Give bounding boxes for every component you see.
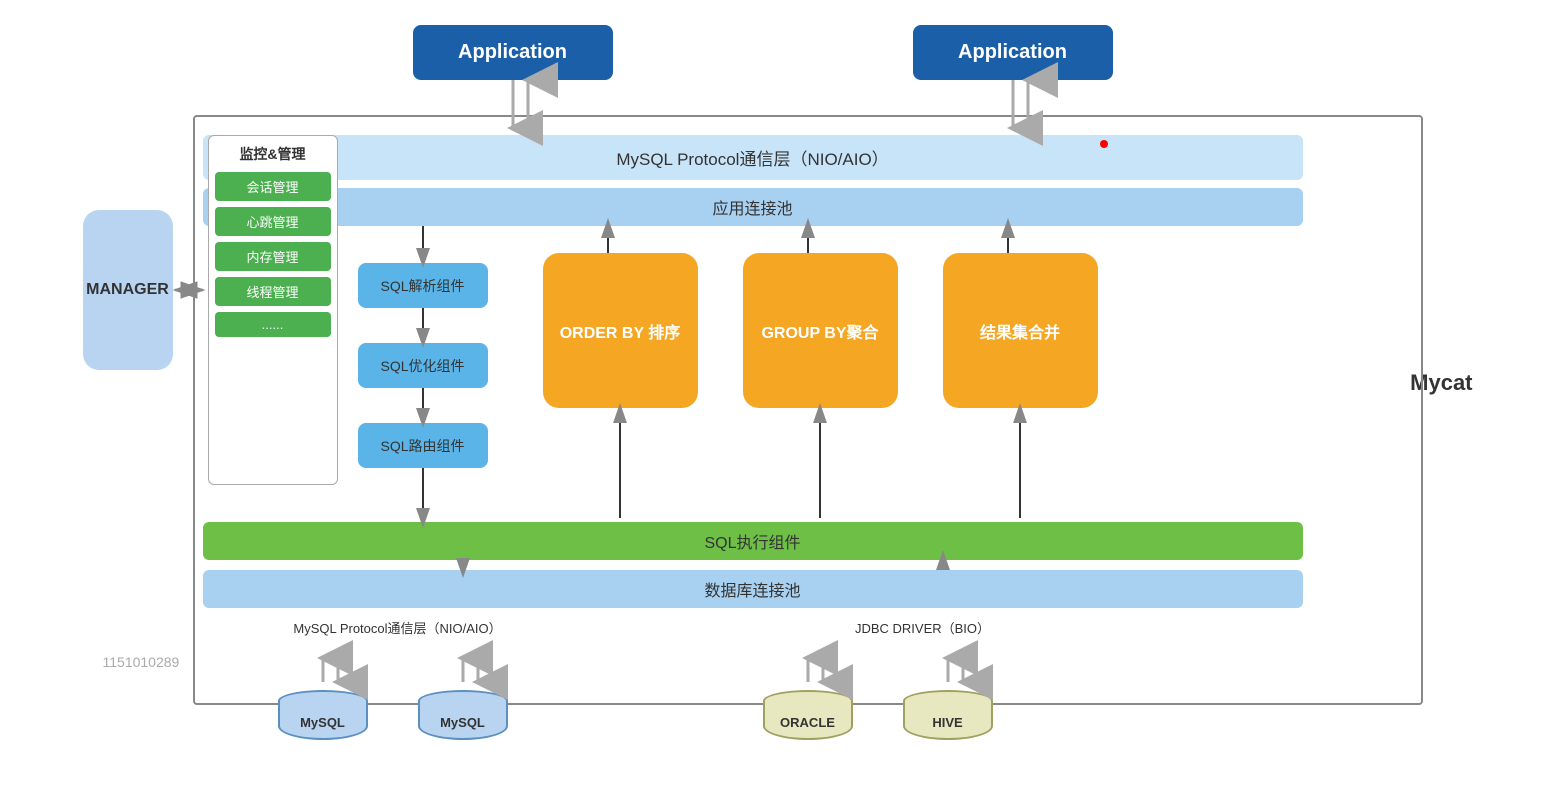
app-box-1: Application [413, 25, 613, 80]
monitor-item-0: 会话管理 [215, 172, 331, 201]
db-pool: 数据库连接池 [203, 570, 1303, 608]
app2-label: Application [958, 41, 1067, 64]
monitor-container: 监控&管理 会话管理 心跳管理 内存管理 线程管理 ...... [208, 135, 338, 485]
protocol-bottom-left: MySQL Protocol通信层（NIO/AIO） [248, 618, 548, 637]
main-container: Application Application MANAGER Mycat 11… [20, 20, 1545, 780]
group-by-box: GROUP BY聚合 [743, 253, 898, 408]
app-box-2: Application [913, 25, 1113, 80]
monitor-item-3: 线程管理 [215, 277, 331, 306]
manager-label: MANAGER [86, 281, 169, 299]
app-pool-label: 应用连接池 [712, 195, 792, 219]
cylinder-body: HIVE [903, 701, 993, 740]
cylinder-body: MySQL [418, 701, 508, 740]
db-hive: HIVE [903, 690, 993, 740]
app-pool: 应用连接池 [203, 188, 1303, 226]
sql-optimize-box: SQL优化组件 [358, 343, 488, 388]
protocol-top: MySQL Protocol通信层（NIO/AIO） [203, 135, 1303, 180]
db-mysql-2: MySQL [418, 690, 508, 740]
order-by-box: ORDER BY 排序 [543, 253, 698, 408]
red-dot [1100, 140, 1108, 148]
db-oracle: ORACLE [763, 690, 853, 740]
sql-route-box: SQL路由组件 [358, 423, 488, 468]
cylinder-body: ORACLE [763, 701, 853, 740]
protocol-bottom-right: JDBC DRIVER（BIO） [783, 618, 1063, 637]
app1-label: Application [458, 41, 567, 64]
monitor-title: 监控&管理 [215, 144, 331, 164]
diagram-wrapper: Application Application MANAGER Mycat 11… [83, 20, 1483, 780]
sql-exec-label: SQL执行组件 [704, 529, 800, 553]
monitor-item-2: 内存管理 [215, 242, 331, 271]
watermark: 1151010289 [103, 654, 180, 670]
db-pool-label: 数据库连接池 [704, 577, 800, 601]
manager-box: MANAGER [83, 210, 173, 370]
result-merge-box: 结果集合并 [943, 253, 1098, 408]
sql-exec: SQL执行组件 [203, 522, 1303, 560]
monitor-item-4: ...... [215, 312, 331, 337]
monitor-item-1: 心跳管理 [215, 207, 331, 236]
cylinder-body: MySQL [278, 701, 368, 740]
db-mysql-1: MySQL [278, 690, 368, 740]
protocol-top-label: MySQL Protocol通信层（NIO/AIO） [616, 145, 888, 170]
sql-parse-box: SQL解析组件 [358, 263, 488, 308]
